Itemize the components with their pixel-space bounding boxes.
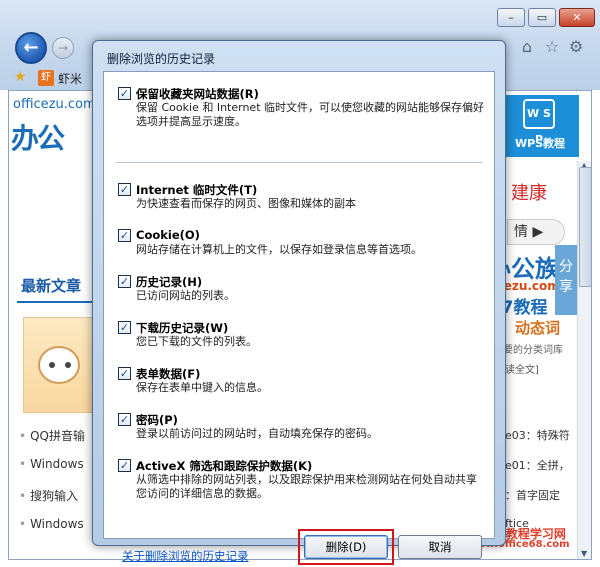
site-favicon-icon[interactable]: 虾 xyxy=(38,70,54,86)
checkbox-cookies[interactable]: ✓ xyxy=(118,229,131,242)
minimize-button[interactable]: – xyxy=(497,8,525,27)
list-item[interactable]: Windows xyxy=(19,517,97,531)
favorite-link[interactable]: 虾米 xyxy=(58,70,82,87)
about-delete-history-link[interactable]: 关于删除浏览的历史记录 xyxy=(122,548,249,564)
list-item[interactable]: e03：特殊符 xyxy=(505,427,579,443)
option-description: 从筛选中排除的网站列表，以及跟踪保护用来检测网站在何处自动共享您访问的详细信息的… xyxy=(136,473,477,500)
wps-tutorial-tile[interactable]: W S P WPS教程 xyxy=(501,95,579,157)
dynamic-heading: 动态词 xyxy=(515,319,561,337)
option-description: 登录以前访问过的网站时，自动填充保存的密码。 xyxy=(136,427,378,440)
star-icon[interactable]: ★ xyxy=(14,69,27,85)
home-icon[interactable]: ⌂ xyxy=(517,37,537,57)
option-description: 为快速查看而保存的网页、图像和媒体的副本 xyxy=(136,197,356,210)
checkbox-passwords[interactable]: ✓ xyxy=(118,413,131,426)
gear-icon[interactable]: ⚙ xyxy=(566,37,586,57)
favorites-icon[interactable]: ☆ xyxy=(542,37,562,57)
checkbox-temp-files[interactable]: ✓ xyxy=(118,183,131,196)
list-item[interactable]: 搜狗输入 xyxy=(19,487,97,504)
lucky-cat-image[interactable] xyxy=(23,317,93,413)
list-item[interactable]: ：首字固定 xyxy=(505,487,579,503)
delete-history-dialog: 删除浏览的历史记录 ✓ 保留收藏夹网站数据(R) 保留 Cookie 和 Int… xyxy=(92,40,506,565)
option-title: 表单数据(F) xyxy=(136,367,201,381)
option-description: 网站存储在计算机上的文件，以保存如登录信息等首选项。 xyxy=(136,243,422,256)
maximize-button[interactable]: ▭ xyxy=(528,8,556,27)
scroll-thumb[interactable] xyxy=(579,167,591,287)
list-item[interactable]: e01：全拼， xyxy=(505,457,579,473)
cat-eye xyxy=(65,362,71,368)
cat-face xyxy=(38,346,80,384)
dialog-title: 删除浏览的历史记录 xyxy=(107,52,216,66)
dialog-body: ✓ 保留收藏夹网站数据(R) 保留 Cookie 和 Internet 临时文件… xyxy=(103,71,495,565)
arrow-left-icon: ← xyxy=(23,37,39,58)
checkbox-activex-tracking[interactable]: ✓ xyxy=(118,459,131,472)
delete-button[interactable]: 删除(D) xyxy=(304,535,388,559)
option-title: 密码(P) xyxy=(136,413,178,427)
list-item[interactable]: QQ拼音输 xyxy=(19,427,97,444)
option-title: Internet 临时文件(T) xyxy=(136,183,258,197)
wps-logo-icon: W S P xyxy=(523,99,555,146)
read-more-link[interactable]: 读全文] xyxy=(505,361,539,376)
close-window-button[interactable]: ✕ xyxy=(559,8,595,27)
list-item[interactable]: Windows xyxy=(19,457,97,471)
option-title: 下载历史记录(W) xyxy=(136,321,229,335)
latest-articles-title: 最新文章 xyxy=(21,277,82,295)
arrow-right-icon: → xyxy=(57,41,69,55)
site-logo[interactable]: 办公 xyxy=(11,117,65,157)
cat-eye xyxy=(49,362,55,368)
wps-tile-label: WPS教程 xyxy=(514,137,566,150)
divider xyxy=(17,301,97,303)
option-description: 保留 Cookie 和 Internet 临时文件，可以使您收藏的网站能够保存偏… xyxy=(136,101,484,128)
banner-text: 建康 xyxy=(511,183,547,204)
option-description: 您已下载的文件的列表。 xyxy=(136,335,257,348)
checkbox-preserve-favorites[interactable]: ✓ xyxy=(118,87,131,100)
option-title: 保留收藏夹网站数据(R) xyxy=(136,87,259,101)
detail-button[interactable]: 情 ▶ xyxy=(507,219,565,245)
back-button[interactable]: ← xyxy=(15,32,47,64)
option-title: Cookie(O) xyxy=(136,228,200,242)
side-snippet: 要的分类词库 xyxy=(503,345,563,356)
title-bar: – ▭ ✕ xyxy=(0,0,600,30)
option-title: ActiveX 筛选和跟踪保护数据(K) xyxy=(136,459,313,473)
site-logo-url[interactable]: officezu.com xyxy=(13,97,96,112)
divider xyxy=(116,162,482,163)
checkbox-history[interactable]: ✓ xyxy=(118,275,131,288)
checkbox-form-data[interactable]: ✓ xyxy=(118,367,131,380)
share-tab[interactable]: 分享 xyxy=(555,245,577,315)
option-description: 已访问网站的列表。 xyxy=(136,289,235,302)
checkbox-download-history[interactable]: ✓ xyxy=(118,321,131,334)
page-scrollbar[interactable]: ▲ ▼ xyxy=(577,161,591,559)
cancel-button[interactable]: 取消 xyxy=(398,535,482,559)
forward-button[interactable]: → xyxy=(52,37,74,59)
option-description: 保存在表单中键入的信息。 xyxy=(136,381,268,394)
option-title: 历史记录(H) xyxy=(136,275,203,289)
